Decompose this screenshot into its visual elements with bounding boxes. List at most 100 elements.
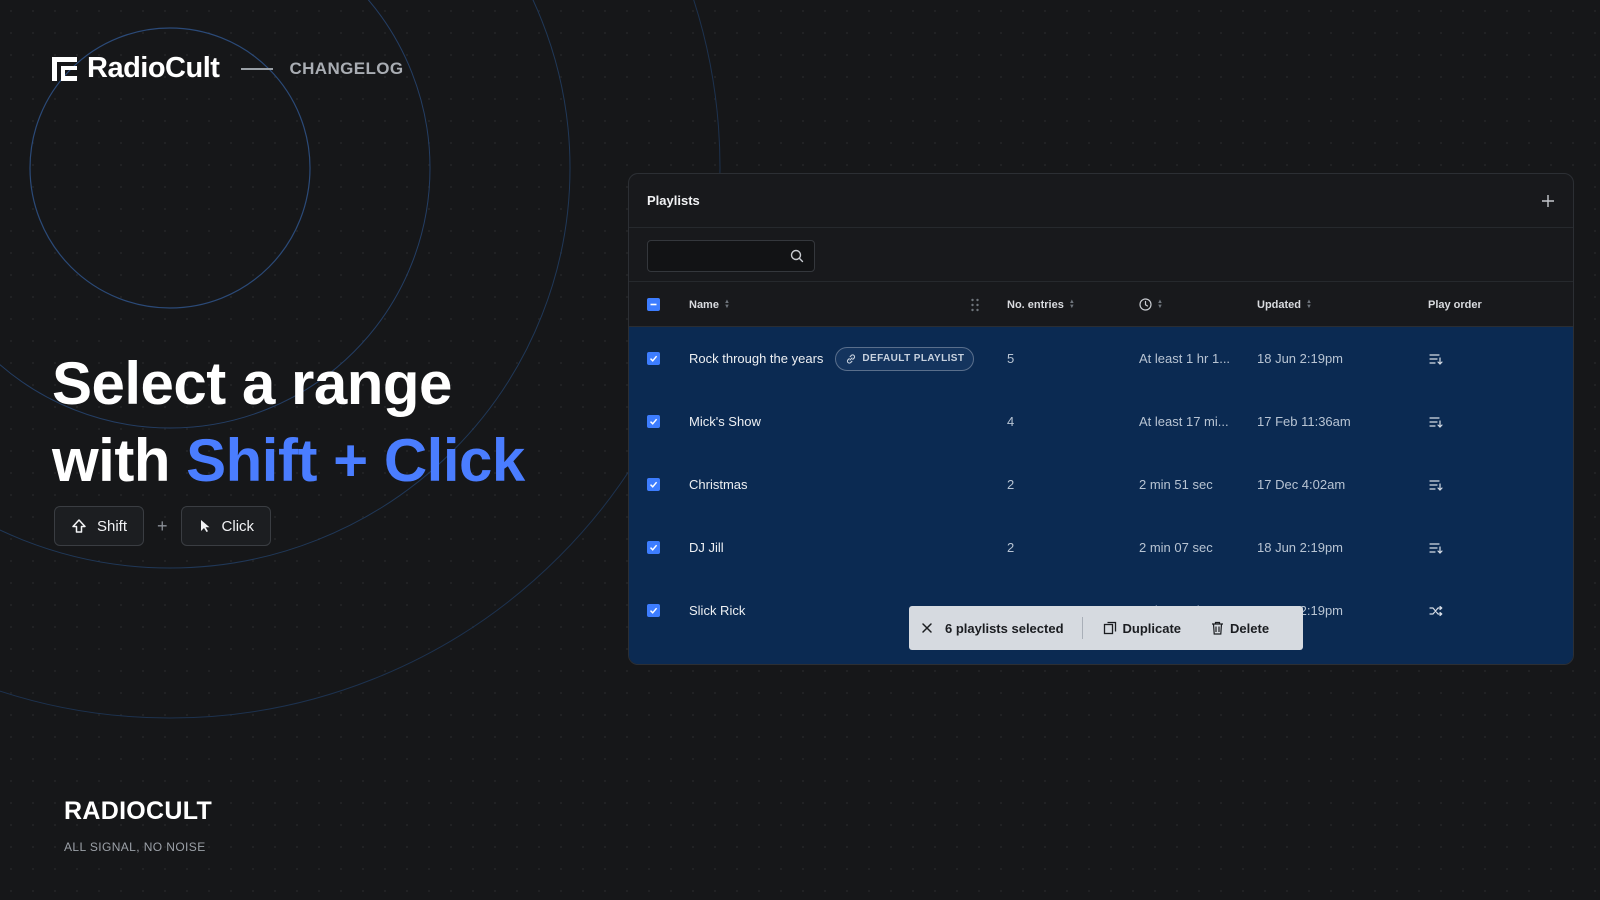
plus-icon (1542, 194, 1554, 207)
click-key: Click (180, 506, 272, 546)
radiocult-logo-icon (52, 56, 77, 81)
hero-line-2-accent: Shift + Click (186, 427, 525, 494)
search-row (629, 228, 1573, 282)
entries-cell: 5 (1007, 351, 1015, 366)
column-drag-handle[interactable] (970, 282, 980, 327)
updated-cell: 18 Jun 2:19pm (1257, 351, 1344, 366)
entries-cell: 2 (1007, 477, 1015, 492)
playlist-name-cell: Mick's Show (689, 390, 761, 453)
duration-cell: 2 min 07 sec (1139, 540, 1213, 555)
table-body: Rock through the years DEFAULT PLAYLIST … (629, 327, 1573, 664)
checkmark-icon (649, 418, 658, 425)
playlist-name-cell: Slick Rick (689, 579, 745, 642)
brand-name: RadioCult (87, 52, 220, 84)
checkmark-icon (649, 355, 658, 362)
footer-name: RADIOCULT (64, 797, 213, 825)
playlist-name-cell: Christmas (689, 453, 748, 516)
table-row[interactable]: Rock through the years DEFAULT PLAYLIST … (629, 327, 1573, 390)
panel-title: Playlists (647, 193, 700, 208)
panel-header: Playlists (629, 174, 1573, 228)
play-order-cell (1429, 390, 1443, 453)
play-order-cell (1429, 516, 1443, 579)
link-icon (847, 353, 856, 364)
updated-cell: 18 Jun 2:19pm (1257, 540, 1344, 555)
play-order-cell (1429, 579, 1443, 642)
updated-cell: 17 Dec 4:02am (1257, 477, 1346, 492)
entries-cell: 4 (1007, 414, 1015, 429)
footer-brand: RADIOCULT ALL SIGNAL, NO NOISE (64, 797, 212, 854)
shift-key-label: Shift (97, 517, 128, 535)
delete-button[interactable]: Delete (1211, 621, 1269, 636)
shift-icon (72, 519, 86, 533)
duplicate-button[interactable]: Duplicate (1103, 620, 1182, 636)
entries-cell: 2 (1007, 540, 1015, 555)
playlist-name-cell: Rock through the years DEFAULT PLAYLIST (689, 327, 975, 390)
radiocult-logo: RadioCult (52, 52, 220, 85)
cursor-icon (200, 520, 210, 532)
row-checkbox[interactable] (647, 390, 660, 453)
select-all-checkbox[interactable] (647, 282, 660, 327)
sequential-order-icon (1429, 479, 1443, 491)
checkmark-icon (649, 607, 658, 614)
column-header-entries[interactable]: No. entries ▲ ▼ (1007, 282, 1075, 327)
column-play-order-label: Play order (1428, 298, 1482, 311)
column-header-duration[interactable]: ▲ ▼ (1139, 282, 1163, 327)
row-checkbox[interactable] (647, 642, 660, 664)
click-key-label: Click (221, 517, 255, 535)
updated-cell: 17 Feb 11:36am (1257, 414, 1351, 429)
play-order-cell (1429, 327, 1443, 390)
delete-label: Delete (1230, 620, 1270, 636)
sequential-order-icon (1429, 542, 1443, 554)
selected-count: 6 playlists selected (945, 617, 1083, 639)
checkmark-icon (649, 544, 658, 551)
column-name-label: Name (689, 298, 719, 311)
table-row[interactable]: Christmas 2 2 min 51 sec 17 Dec 4:02am (629, 453, 1573, 516)
add-playlist-button[interactable] (1541, 190, 1555, 212)
playlist-name[interactable]: Slick Rick (689, 603, 745, 618)
sequential-order-icon (1429, 416, 1443, 428)
search-box (647, 240, 815, 272)
table-row[interactable]: DJ Jill 2 2 min 07 sec 18 Jun 2:19pm (629, 516, 1573, 579)
playlist-name[interactable]: DJ Jill (689, 540, 724, 555)
playlist-name[interactable]: Rock through the years (689, 351, 823, 366)
column-header-name[interactable]: Name ▲ ▼ (689, 282, 730, 327)
hero-line-2-prefix: with (52, 427, 187, 494)
playlist-name-cell: DJ Jill (689, 516, 724, 579)
table-row[interactable]: Mick's Show 4 At least 17 mi... 17 Feb 1… (629, 390, 1573, 453)
row-checkbox[interactable] (647, 327, 660, 390)
playlist-name[interactable]: Mick's Show (689, 414, 761, 429)
play-order-cell (1429, 453, 1443, 516)
sequential-order-icon (1429, 353, 1443, 365)
row-checkbox[interactable] (647, 516, 660, 579)
shortcut-hint: Shift + Click (54, 506, 272, 546)
sort-icon: ▲ ▼ (1306, 298, 1312, 310)
brand-separator (241, 67, 274, 70)
duration-cell: At least 1 hr 1... (1139, 351, 1231, 366)
footer-tagline: ALL SIGNAL, NO NOISE (64, 840, 206, 854)
column-header-play-order: Play order (1428, 282, 1482, 327)
playlist-name[interactable]: Christmas (689, 477, 748, 492)
duration-cell: At least 17 mi... (1139, 414, 1229, 429)
close-icon (922, 623, 932, 633)
column-updated-label: Updated (1257, 298, 1301, 311)
drag-handle-icon (971, 298, 979, 311)
clear-selection-button[interactable] (909, 622, 945, 634)
section-label: CHANGELOG (289, 58, 404, 78)
trash-icon (1212, 621, 1224, 635)
shuffle-icon (1429, 605, 1443, 616)
shift-key: Shift (54, 506, 145, 546)
column-header-updated[interactable]: Updated ▲ ▼ (1257, 282, 1312, 327)
selection-action-bar: 6 playlists selected Duplicate Delete (909, 606, 1303, 650)
indeterminate-icon (650, 303, 657, 306)
row-checkbox[interactable] (647, 579, 660, 642)
duplicate-label: Duplicate (1122, 620, 1182, 636)
sort-icon: ▲ ▼ (723, 298, 730, 310)
search-icon[interactable] (790, 249, 804, 268)
duplicate-icon (1103, 621, 1116, 635)
hero-headline: Select a range with Shift + Click (52, 345, 525, 499)
column-entries-label: No. entries (1007, 298, 1064, 311)
row-checkbox[interactable] (647, 453, 660, 516)
hero-line-1: Select a range (52, 350, 452, 417)
badge-label: DEFAULT PLAYLIST (862, 353, 965, 364)
hero-line-2: with Shift + Click (52, 422, 525, 499)
